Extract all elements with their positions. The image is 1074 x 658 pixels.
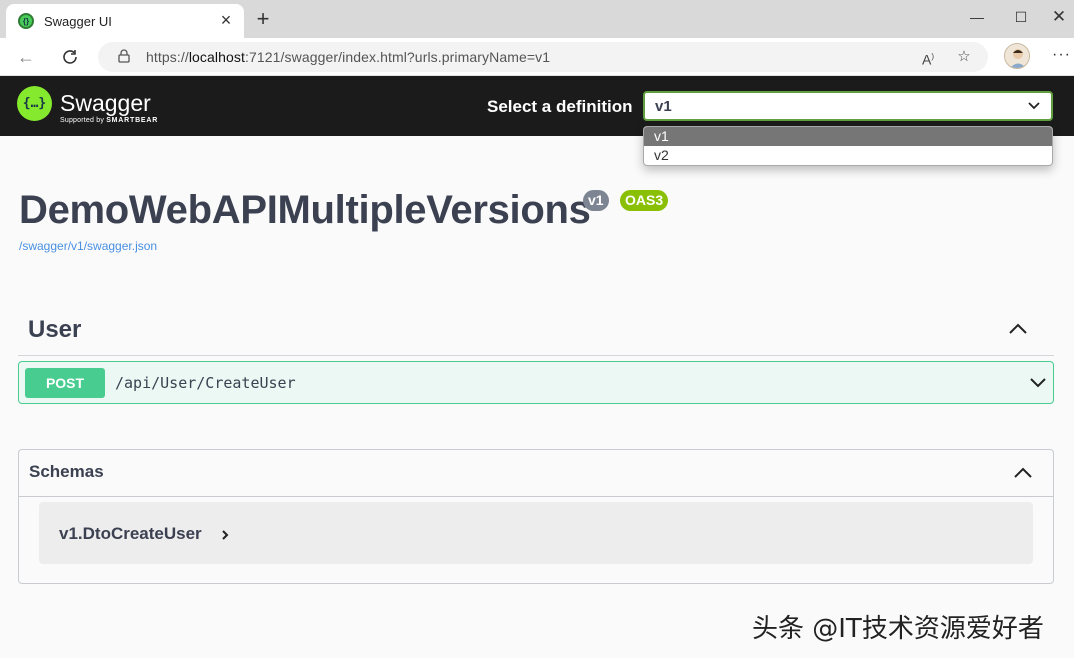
tag-user-title[interactable]: User xyxy=(28,316,81,344)
chevron-up-icon[interactable] xyxy=(1008,321,1028,335)
schemas-header[interactable]: Schemas xyxy=(19,450,1053,497)
operation-path: /api/User/CreateUser xyxy=(115,374,296,392)
schemas-title: Schemas xyxy=(29,462,104,481)
chevron-right-icon[interactable] xyxy=(221,529,229,541)
window-close-icon[interactable]: ✕ xyxy=(1046,6,1072,28)
operation-post-create-user[interactable]: POST /api/User/CreateUser xyxy=(18,361,1054,404)
oas-badge: OAS3 xyxy=(620,190,669,211)
tag-divider xyxy=(18,355,1054,356)
url-text[interactable]: https://localhost:7121/swagger/index.htm… xyxy=(146,49,550,65)
chevron-up-icon[interactable] xyxy=(1013,465,1033,479)
select-definition-label: Select a definition xyxy=(487,97,633,116)
minimize-icon[interactable]: — xyxy=(964,6,990,28)
version-badge: v1 xyxy=(583,190,609,211)
profile-avatar[interactable] xyxy=(1004,43,1030,69)
definition-option-v2[interactable]: v2 xyxy=(644,146,1052,165)
definition-select[interactable]: v1 xyxy=(643,91,1053,121)
favorites-star-icon[interactable]: ☆ xyxy=(954,47,974,67)
schemas-section: Schemas v1.DtoCreateUser xyxy=(18,449,1054,584)
chevron-down-icon[interactable] xyxy=(1029,376,1047,390)
more-options-icon[interactable]: ··· xyxy=(1052,46,1071,64)
new-tab-plus-icon[interactable]: + xyxy=(252,8,274,30)
tab-title: Swagger UI xyxy=(44,13,112,29)
lock-icon[interactable] xyxy=(118,49,130,63)
browser-tabstrip: {} Swagger UI × + — ☐ ✕ xyxy=(0,0,1074,38)
definition-option-v1[interactable]: v1 xyxy=(644,127,1052,146)
swagger-logo-icon[interactable]: {…} xyxy=(17,86,52,121)
definition-dropdown: v1 v2 xyxy=(643,126,1053,166)
method-badge-post: POST xyxy=(25,368,105,398)
tab-close-icon[interactable]: × xyxy=(218,11,234,29)
address-bar[interactable]: https://localhost:7121/swagger/index.htm… xyxy=(98,42,988,72)
browser-toolbar: ← https://localhost:7121/swagger/index.h… xyxy=(0,38,1074,76)
swagger-favicon-icon: {} xyxy=(18,13,34,29)
maximize-icon[interactable]: ☐ xyxy=(1008,6,1034,28)
watermark-text: 头条 @IT技术资源爱好者 xyxy=(752,614,1044,644)
swagger-logo-subtitle: Supported by SMARTBEAR xyxy=(60,117,159,124)
definition-select-value: v1 xyxy=(655,98,672,115)
browser-tab[interactable]: {} Swagger UI × xyxy=(6,4,244,38)
api-title: DemoWebAPIMultipleVersions xyxy=(19,188,591,232)
chevron-down-icon xyxy=(1028,102,1040,110)
spec-json-link[interactable]: /swagger/v1/swagger.json xyxy=(19,239,157,253)
model-row-dto-create-user[interactable]: v1.DtoCreateUser xyxy=(39,502,1033,564)
read-aloud-icon[interactable]: A) xyxy=(918,47,938,68)
back-arrow-icon[interactable]: ← xyxy=(14,45,38,69)
model-name: v1.DtoCreateUser xyxy=(59,524,202,543)
refresh-icon[interactable] xyxy=(58,45,82,69)
swagger-logo-text[interactable]: Swagger xyxy=(60,90,151,117)
